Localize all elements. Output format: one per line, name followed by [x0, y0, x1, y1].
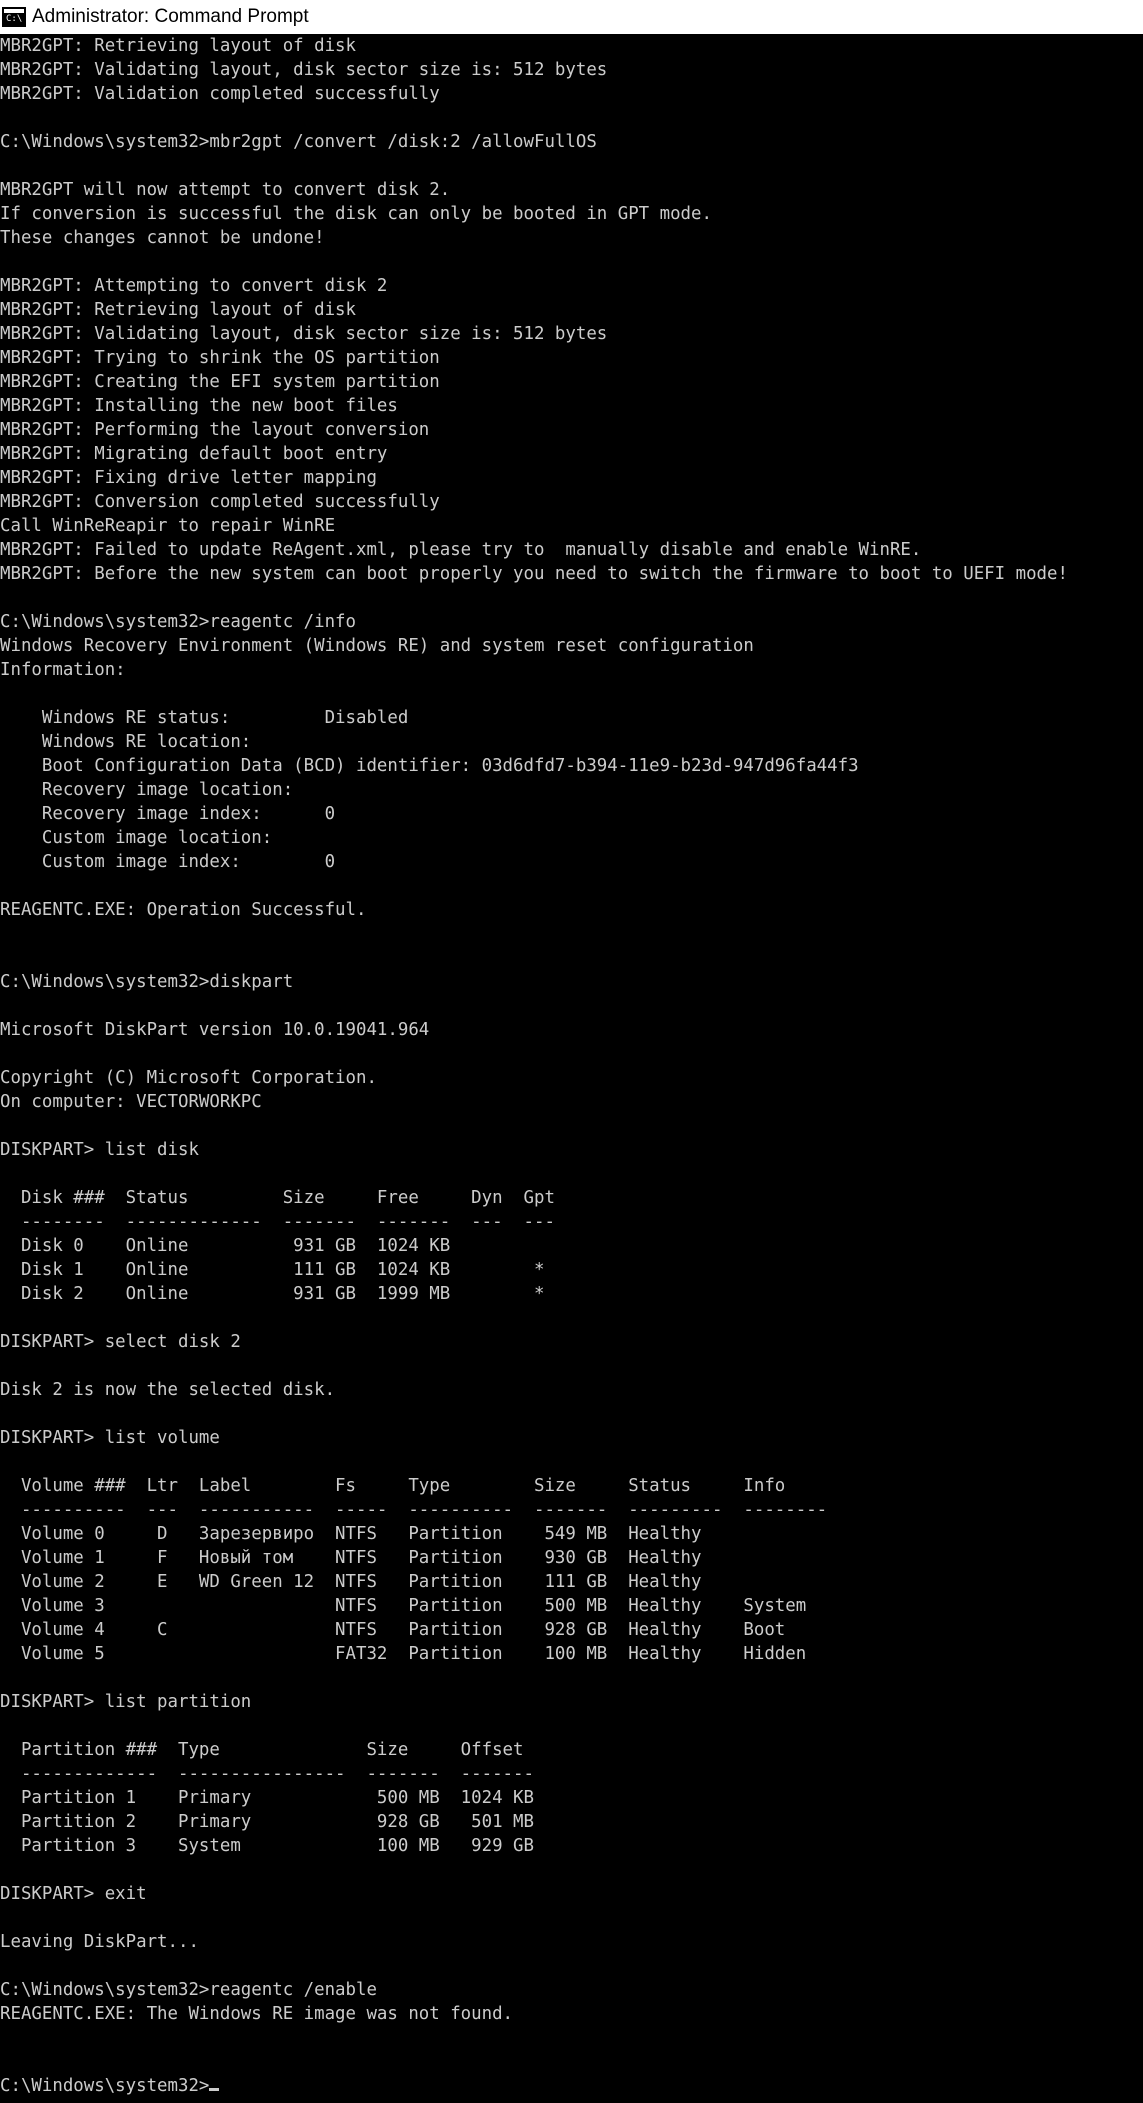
console-line: Volume 1 F Новый том NTFS Partition 930 … — [0, 1548, 702, 1568]
console-line: On computer: VECTORWORKPC — [0, 1092, 262, 1112]
console-line: C:\Windows\system32>mbr2gpt /convert /di… — [0, 132, 597, 152]
console-line: These changes cannot be undone! — [0, 228, 325, 248]
cmd-icon[interactable]: C:\ — [2, 7, 26, 27]
console-line: C:\Windows\system32>reagentc /info — [0, 612, 356, 632]
console-line: MBR2GPT: Trying to shrink the OS partiti… — [0, 348, 440, 368]
cmd-icon-glyph: C:\ — [6, 14, 23, 24]
console-line: MBR2GPT: Conversion completed successful… — [0, 492, 440, 512]
console-line: Volume 2 E WD Green 12 NTFS Partition 11… — [0, 1572, 702, 1592]
console-line: Partition ### Type Size Offset — [0, 1740, 524, 1760]
window-title: Administrator: Command Prompt — [32, 6, 309, 27]
console-line: Volume 0 D Зарезервиро NTFS Partition 54… — [0, 1524, 702, 1544]
console-line: DISKPART> list volume — [0, 1428, 220, 1448]
console-line: MBR2GPT: Performing the layout conversio… — [0, 420, 430, 440]
console-line: Volume ### Ltr Label Fs Type Size Status… — [0, 1476, 786, 1496]
console-line: Volume 3 NTFS Partition 500 MB Healthy S… — [0, 1596, 807, 1616]
console-line: MBR2GPT: Validating layout, disk sector … — [0, 60, 608, 80]
console-line: If conversion is successful the disk can… — [0, 204, 712, 224]
console-text: MBR2GPT: Retrieving layout of disk MBR2GP… — [0, 34, 1143, 2098]
console-line: ------------- ---------------- ------- -… — [0, 1764, 534, 1784]
console-line: DISKPART> select disk 2 — [0, 1332, 241, 1352]
console-line: Boot Configuration Data (BCD) identifier… — [0, 756, 859, 776]
console-line: Recovery image index: 0 — [0, 804, 336, 824]
console-line: Disk 1 Online 111 GB 1024 KB * — [0, 1260, 545, 1280]
console-line: MBR2GPT: Installing the new boot files — [0, 396, 398, 416]
console-line: DISKPART> list partition — [0, 1692, 252, 1712]
console-line: Call WinReReapir to repair WinRE — [0, 516, 336, 536]
console-line: Disk ### Status Size Free Dyn Gpt — [0, 1188, 555, 1208]
console-line: MBR2GPT: Migrating default boot entry — [0, 444, 388, 464]
console-line: MBR2GPT: Before the new system can boot … — [0, 564, 1068, 584]
console-line: Custom image location: — [0, 828, 273, 848]
console-line: MBR2GPT: Validation completed successful… — [0, 84, 440, 104]
console-output[interactable]: MBR2GPT: Retrieving layout of disk MBR2GP… — [0, 34, 1143, 2103]
console-line: REAGENTC.EXE: The Windows RE image was n… — [0, 2004, 514, 2024]
window-titlebar: C:\ Administrator: Command Prompt — [0, 0, 1143, 34]
console-line: Partition 1 Primary 500 MB 1024 KB — [0, 1788, 534, 1808]
console-line: MBR2GPT: Retrieving layout of disk — [0, 36, 356, 56]
text-cursor — [209, 2088, 220, 2091]
console-line: MBR2GPT will now attempt to convert disk… — [0, 180, 451, 200]
console-line: Windows RE status: Disabled — [0, 708, 409, 728]
console-line: Leaving DiskPart... — [0, 1932, 199, 1952]
console-line: Microsoft DiskPart version 10.0.19041.96… — [0, 1020, 430, 1040]
console-line: Partition 3 System 100 MB 929 GB — [0, 1836, 534, 1856]
console-line: Windows Recovery Environment (Windows RE… — [0, 636, 754, 656]
console-line: Information: — [0, 660, 126, 680]
console-line: C:\Windows\system32>diskpart — [0, 972, 294, 992]
console-line: MBR2GPT: Attempting to convert disk 2 — [0, 276, 388, 296]
console-line: C:\Windows\system32> — [0, 2074, 1143, 2098]
console-line: Recovery image location: — [0, 780, 294, 800]
console-line: Volume 5 FAT32 Partition 100 MB Healthy … — [0, 1644, 807, 1664]
console-line: MBR2GPT: Failed to update ReAgent.xml, p… — [0, 540, 922, 560]
console-line: C:\Windows\system32>reagentc /enable — [0, 1980, 377, 2000]
console-line: Disk 0 Online 931 GB 1024 KB — [0, 1236, 451, 1256]
console-line: Disk 2 Online 931 GB 1999 MB * — [0, 1284, 545, 1304]
console-line: MBR2GPT: Retrieving layout of disk — [0, 300, 356, 320]
console-line: Custom image index: 0 — [0, 852, 336, 872]
console-line: REAGENTC.EXE: Operation Successful. — [0, 900, 367, 920]
console-line: DISKPART> list disk — [0, 1140, 199, 1160]
console-line: Partition 2 Primary 928 GB 501 MB — [0, 1812, 534, 1832]
console-line: DISKPART> exit — [0, 1884, 147, 1904]
console-line: Disk 2 is now the selected disk. — [0, 1380, 336, 1400]
console-line: -------- ------------- ------- ------- -… — [0, 1212, 555, 1232]
console-line: Windows RE location: — [0, 732, 252, 752]
console-line: MBR2GPT: Validating layout, disk sector … — [0, 324, 608, 344]
console-line: ---------- --- ----------- ----- -------… — [0, 1500, 828, 1520]
console-line: MBR2GPT: Creating the EFI system partiti… — [0, 372, 440, 392]
console-line: Copyright (C) Microsoft Corporation. — [0, 1068, 377, 1088]
console-line: MBR2GPT: Fixing drive letter mapping — [0, 468, 377, 488]
console-line: Volume 4 C NTFS Partition 928 GB Healthy… — [0, 1620, 786, 1640]
